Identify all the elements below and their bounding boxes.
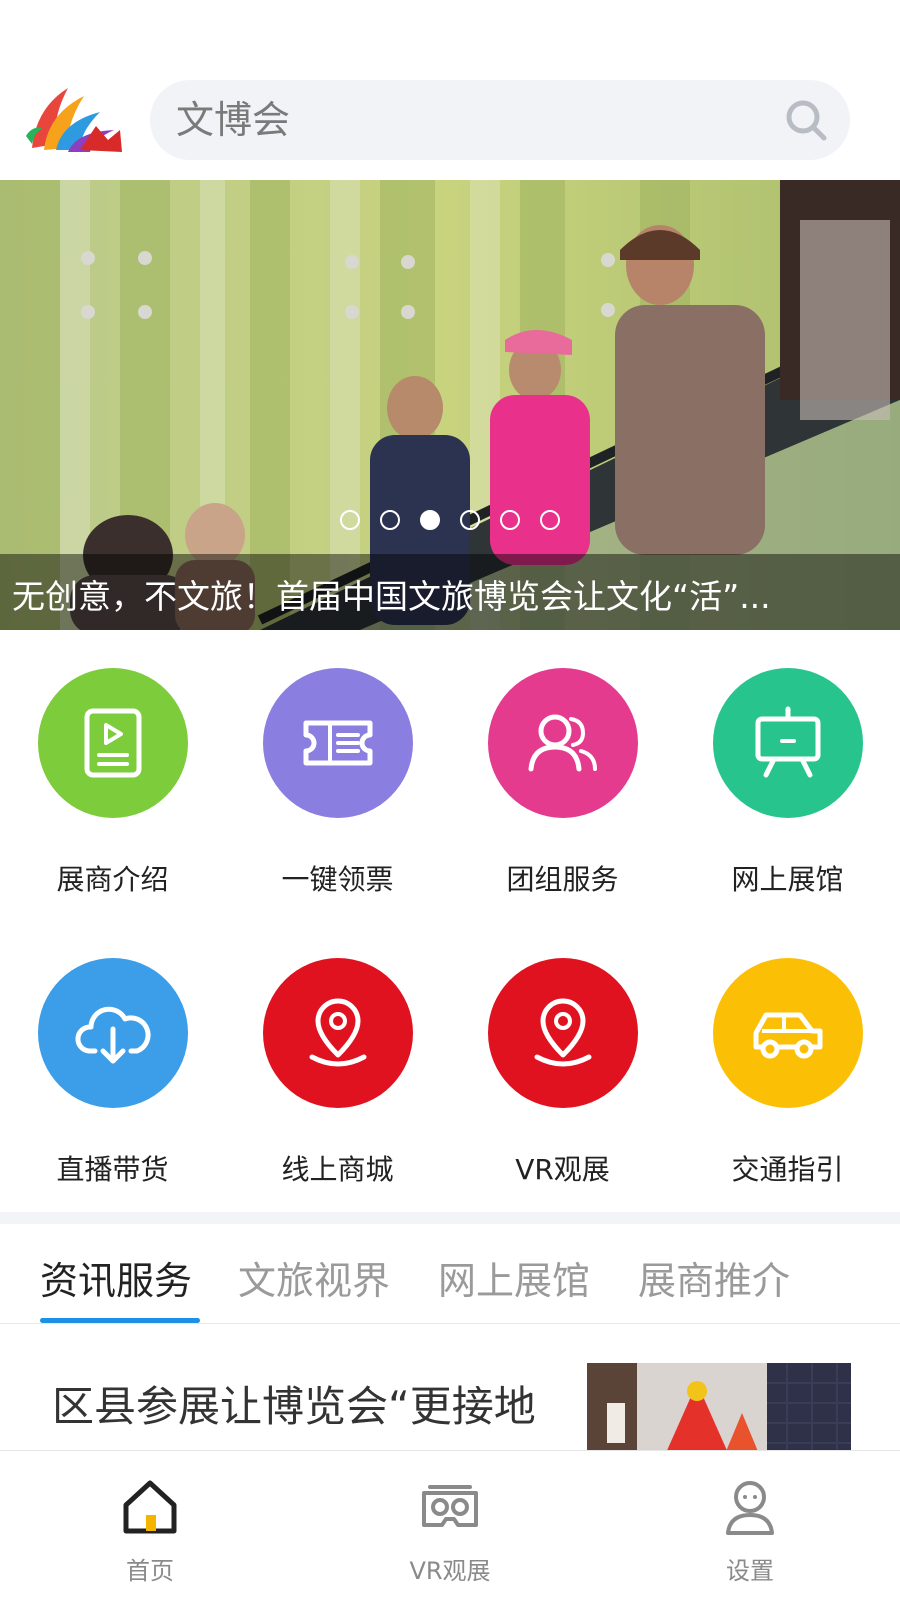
group-users-icon [528, 714, 597, 772]
service-label: 直播带货 [56, 1153, 169, 1186]
nav-settings[interactable]: 设置 [600, 1451, 900, 1600]
nav-label: 设置 [726, 1557, 774, 1585]
nav-label: VR观展 [409, 1557, 491, 1585]
tab-culture-tourism-vision[interactable]: 文旅视界 [238, 1250, 390, 1305]
service-icon-circle[interactable] [263, 668, 413, 818]
video-document-icon [84, 708, 142, 778]
service-vr-exhibition[interactable]: VR观展 [450, 920, 675, 1210]
service-label: 交通指引 [731, 1153, 844, 1186]
bottom-navigation: 首页 VR观展 设置 [0, 1450, 900, 1600]
home-icon [123, 1480, 177, 1534]
service-label: 一键领票 [281, 863, 394, 896]
banner-caption-bar[interactable]: 无创意，不文旅！首届中国文旅博览会让文化“活”... [0, 554, 900, 630]
service-live-commerce[interactable]: 直播带货 [0, 920, 225, 1210]
service-label: VR观展 [515, 1153, 610, 1186]
service-icon-circle[interactable] [38, 958, 188, 1108]
service-label: 线上商城 [281, 1153, 394, 1186]
location-pin-icon [534, 998, 592, 1067]
search-bar[interactable] [150, 80, 850, 160]
service-label: 网上展馆 [731, 863, 844, 896]
carousel-indicators [340, 508, 580, 532]
carousel-dot[interactable] [380, 510, 400, 530]
location-pin-icon [309, 998, 367, 1067]
banner-caption[interactable]: 无创意，不文旅！首届中国文旅博览会让文化“活”... [12, 570, 882, 618]
user-settings-icon [726, 1481, 774, 1535]
news-list: 区县参展让博览会“更接地 [0, 1325, 900, 1450]
active-tab-indicator [40, 1318, 200, 1323]
news-tabs: 资讯服务 文旅视界 网上展馆 展商推介 [0, 1224, 900, 1324]
nav-home[interactable]: 首页 [0, 1451, 300, 1600]
tab-news-service[interactable]: 资讯服务 [40, 1250, 192, 1305]
tab-exhibitor-promotion[interactable]: 展商推介 [638, 1250, 790, 1305]
carousel-dot[interactable] [340, 510, 360, 530]
service-icon-circle[interactable] [488, 958, 638, 1108]
service-online-hall[interactable]: 网上展馆 [675, 630, 900, 920]
nav-vr-exhibition[interactable]: VR观展 [300, 1451, 600, 1600]
service-label: 展商介绍 [56, 863, 169, 896]
service-traffic-guide[interactable]: 交通指引 [675, 920, 900, 1210]
service-grid: 展商介绍 一键领票 团组服务 网上展馆 直播带货 线上商城 VR观展 交通指引 [0, 630, 900, 1210]
tab-online-hall[interactable]: 网上展馆 [438, 1250, 590, 1305]
service-icon-circle[interactable] [713, 958, 863, 1108]
section-divider [0, 1212, 900, 1224]
easel-board-icon [755, 706, 821, 778]
service-icon-circle[interactable] [488, 668, 638, 818]
service-exhibitor-intro[interactable]: 展商介绍 [0, 630, 225, 920]
ticket-icon [303, 720, 373, 766]
carousel-dot-active[interactable] [420, 510, 440, 530]
service-get-ticket[interactable]: 一键领票 [225, 630, 450, 920]
car-icon [753, 1012, 823, 1059]
app-header [0, 0, 900, 180]
news-thumbnail[interactable] [587, 1363, 851, 1450]
service-icon-circle[interactable] [713, 668, 863, 818]
cloud-download-icon [75, 1006, 151, 1064]
search-input[interactable] [176, 80, 736, 160]
nav-label: 首页 [126, 1557, 174, 1585]
carousel-dot[interactable] [460, 510, 480, 530]
service-label: 团组服务 [506, 863, 619, 896]
carousel-dot[interactable] [500, 510, 520, 530]
service-group-service[interactable]: 团组服务 [450, 630, 675, 920]
banner-carousel[interactable]: 无创意，不文旅！首届中国文旅博览会让文化“活”... [0, 180, 900, 630]
search-icon[interactable] [784, 98, 828, 142]
vr-headset-icon [422, 1485, 478, 1527]
service-online-mall[interactable]: 线上商城 [225, 920, 450, 1210]
carousel-dot[interactable] [540, 510, 560, 530]
service-icon-circle[interactable] [38, 668, 188, 818]
service-icon-circle[interactable] [263, 958, 413, 1108]
news-title[interactable]: 区县参展让博览会“更接地 [52, 1373, 536, 1434]
app-logo[interactable] [22, 78, 126, 162]
